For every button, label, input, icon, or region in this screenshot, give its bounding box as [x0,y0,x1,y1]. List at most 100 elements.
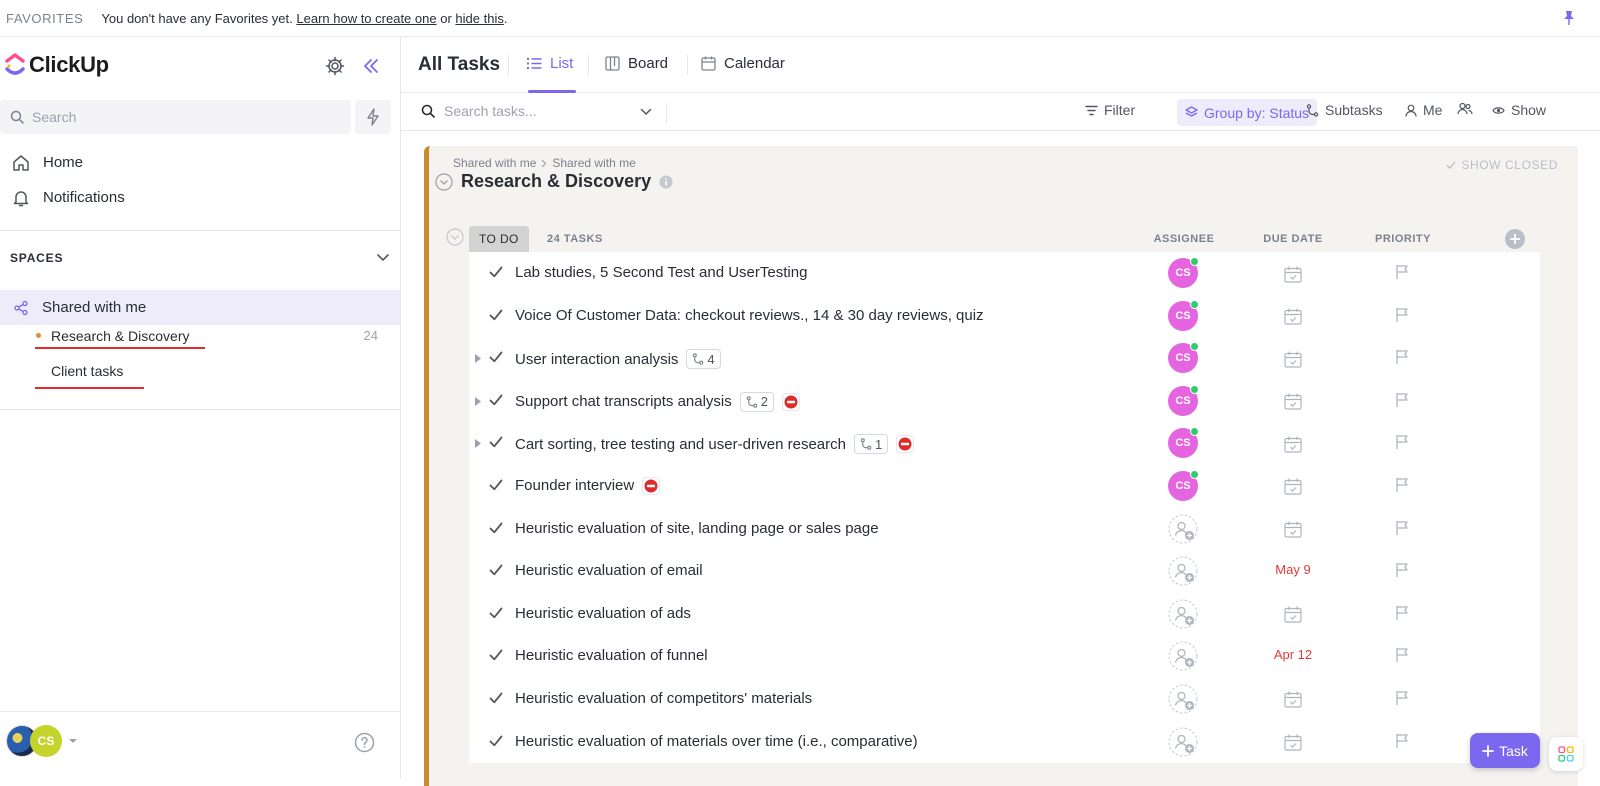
task-name[interactable]: Heuristic evaluation of site, landing pa… [515,520,879,537]
priority-flag-icon[interactable] [1395,264,1409,280]
subtask-count-badge[interactable]: 4 [686,349,721,370]
calendar-icon[interactable] [1283,392,1303,412]
add-column-icon[interactable] [1505,229,1525,249]
task-name[interactable]: Support chat transcripts analysis [515,393,732,410]
calendar-icon[interactable] [1283,264,1303,284]
expand-triangle-icon[interactable] [475,439,481,449]
add-assignee-icon[interactable] [1168,641,1198,671]
priority-flag-icon[interactable] [1395,520,1409,536]
calendar-icon[interactable] [1283,733,1303,753]
calendar-icon[interactable] [1283,605,1303,625]
priority-flag-icon[interactable] [1395,307,1409,323]
info-icon[interactable] [659,175,673,189]
clickup-logo[interactable]: ClickUp [5,52,109,78]
calendar-icon[interactable] [1283,520,1303,540]
task-name[interactable]: Founder interview [515,477,634,494]
column-header-assignee[interactable]: ASSIGNEE [1134,233,1234,245]
expand-triangle-icon[interactable] [475,354,481,364]
breadcrumb-item[interactable]: Shared with me [453,156,536,170]
calendar-icon[interactable] [1283,477,1303,497]
priority-flag-icon[interactable] [1395,605,1409,621]
learn-create-link[interactable]: Learn how to create one [296,11,436,26]
show-button[interactable]: Show [1492,102,1546,118]
blocked-icon[interactable] [642,476,661,495]
assignee-avatar[interactable]: CS [1168,299,1199,331]
priority-flag-icon[interactable] [1395,349,1409,365]
help-icon[interactable] [354,732,375,753]
tab-board[interactable]: Board [605,55,668,72]
task-status-check-icon[interactable] [489,479,503,491]
task-name[interactable]: Cart sorting, tree testing and user-driv… [515,436,846,453]
task-status-check-icon[interactable] [489,436,503,448]
sidebar-list-client-tasks[interactable]: Client tasks [0,353,400,388]
blocked-icon[interactable] [782,392,801,411]
task-row[interactable]: Heuristic evaluation of email May 9 [469,550,1540,593]
task-name[interactable]: Lab studies, 5 Second Test and UserTesti… [515,264,807,281]
task-name[interactable]: Heuristic evaluation of competitors' mat… [515,690,812,707]
group-by-button[interactable]: Group by: Status [1177,99,1318,126]
priority-flag-icon[interactable] [1395,733,1409,749]
priority-flag-icon[interactable] [1395,434,1409,450]
me-filter-button[interactable]: Me [1405,102,1442,118]
tab-calendar[interactable]: Calendar [701,55,785,72]
task-row[interactable]: Heuristic evaluation of funnel Apr 12 [469,635,1540,678]
assignee-avatar[interactable]: CS [1168,427,1199,459]
task-name[interactable]: Heuristic evaluation of funnel [515,647,708,664]
sidebar-search-input[interactable]: Search [0,100,351,134]
column-header-due-date[interactable]: DUE DATE [1243,233,1343,245]
breadcrumb-item[interactable]: Shared with me [552,156,635,170]
task-name[interactable]: Heuristic evaluation of ads [515,605,691,622]
due-date[interactable]: May 9 [1255,562,1331,577]
status-badge[interactable]: TO DO [469,226,529,252]
add-assignee-icon[interactable] [1168,514,1198,544]
task-row[interactable]: Founder interview CS [469,465,1540,508]
task-row[interactable]: Cart sorting, tree testing and user-driv… [469,422,1540,465]
add-assignee-icon[interactable] [1168,684,1198,714]
pin-icon[interactable] [1562,10,1576,26]
collapse-group-icon[interactable] [446,228,464,246]
task-row[interactable]: User interaction analysis 4 CS [469,337,1540,380]
priority-flag-icon[interactable] [1395,562,1409,578]
collapse-list-icon[interactable] [435,172,453,191]
task-status-check-icon[interactable] [489,309,503,321]
blocked-icon[interactable] [896,435,915,454]
column-header-priority[interactable]: PRIORITY [1353,233,1453,245]
task-status-check-icon[interactable] [489,649,503,661]
task-status-check-icon[interactable] [489,692,503,704]
task-status-check-icon[interactable] [489,394,503,406]
task-status-check-icon[interactable] [489,522,503,534]
assignee-avatar[interactable]: CS [1168,384,1199,416]
task-row[interactable]: Heuristic evaluation of site, landing pa… [469,508,1540,551]
quick-action-button[interactable] [355,100,391,134]
add-assignee-icon[interactable] [1168,727,1198,757]
hide-favorites-link[interactable]: hide this [455,11,503,26]
task-name[interactable]: Heuristic evaluation of email [515,562,703,579]
sidebar-item-home[interactable]: Home [0,145,400,180]
task-row[interactable]: Support chat transcripts analysis 2 CS [469,380,1540,423]
task-name[interactable]: Voice Of Customer Data: checkout reviews… [515,307,984,324]
calendar-icon[interactable] [1283,307,1303,327]
calendar-icon[interactable] [1283,349,1303,369]
apps-button[interactable] [1549,737,1583,771]
chevron-down-icon[interactable] [640,108,652,116]
priority-flag-icon[interactable] [1395,690,1409,706]
calendar-icon[interactable] [1283,690,1303,710]
assignee-avatar[interactable]: CS [1168,469,1199,501]
task-status-check-icon[interactable] [489,266,503,278]
task-row[interactable]: Heuristic evaluation of ads [469,593,1540,636]
subtask-count-badge[interactable]: 2 [739,391,775,412]
priority-flag-icon[interactable] [1395,477,1409,493]
task-status-check-icon[interactable] [489,735,503,747]
add-assignee-icon[interactable] [1168,599,1198,629]
task-row[interactable]: Lab studies, 5 Second Test and UserTesti… [469,252,1540,295]
user-menu[interactable]: CS [6,725,78,757]
assignee-avatar[interactable]: CS [1168,257,1199,288]
calendar-icon[interactable] [1283,434,1303,454]
expand-triangle-icon[interactable] [475,396,481,406]
assignee-avatar[interactable]: CS [1168,342,1199,374]
assignees-button[interactable] [1457,102,1473,115]
spaces-header[interactable]: SPACES [10,251,390,265]
chevron-down-icon[interactable] [376,253,390,263]
collapse-sidebar-icon[interactable] [361,56,381,76]
task-name[interactable]: Heuristic evaluation of materials over t… [515,733,918,750]
